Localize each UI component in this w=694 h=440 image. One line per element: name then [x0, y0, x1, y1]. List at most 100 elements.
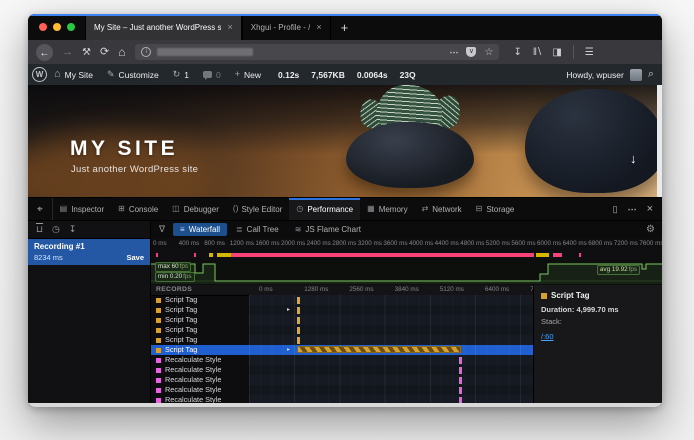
- devtools-close-icon[interactable]: [647, 203, 653, 215]
- framerate-graph[interactable]: max 60fps min 0.20fps avg 19.92fps: [151, 260, 662, 286]
- record-row-script-tag[interactable]: Script Tag: [151, 305, 533, 315]
- record-row-recalculate-style[interactable]: Recalculate Style: [151, 375, 533, 385]
- waterfall-tick: 2560 ms: [349, 286, 373, 293]
- record-row-recalculate-style[interactable]: Recalculate Style: [151, 365, 533, 375]
- minimize-window-button[interactable]: [53, 23, 61, 31]
- record-row-script-tag[interactable]: Script Tag: [151, 335, 533, 345]
- zoom-window-button[interactable]: [67, 23, 75, 31]
- record-row-recalculate-style[interactable]: Recalculate Style: [151, 395, 533, 403]
- tab-storage[interactable]: Storage: [469, 198, 522, 220]
- recording-duration: 8234 ms: [34, 253, 63, 262]
- style-editor-icon: [233, 205, 238, 213]
- tab-close-icon[interactable]: ×: [316, 22, 321, 32]
- redacted-url: [157, 48, 253, 56]
- howdy-account[interactable]: Howdy, wpuser: [566, 70, 623, 80]
- stat-memory[interactable]: 7,567KB: [311, 70, 345, 80]
- home-button[interactable]: [118, 46, 125, 59]
- sidebar-toggle-icon[interactable]: [552, 47, 561, 58]
- home-icon: [54, 69, 61, 80]
- script-duration-bar[interactable]: [297, 346, 461, 353]
- tab-performance[interactable]: Performance: [289, 198, 360, 220]
- tab-style-editor[interactable]: Style Editor: [226, 198, 289, 220]
- record-row-script-tag[interactable]: Script Tag: [151, 295, 533, 305]
- overview-marker: [579, 253, 581, 257]
- search-icon[interactable]: [648, 68, 654, 81]
- filter-icon[interactable]: [151, 224, 173, 235]
- overview-marker: [194, 253, 196, 257]
- wrench-icon[interactable]: [82, 47, 91, 58]
- site-info-icon[interactable]: i: [141, 47, 151, 57]
- url-bar[interactable]: i: [135, 44, 499, 60]
- devtools-menu-icon[interactable]: [628, 204, 637, 215]
- style-marker: [459, 357, 462, 364]
- script-marker-icon: [156, 318, 161, 323]
- reload-button[interactable]: [100, 47, 109, 58]
- hamburger-menu-icon[interactable]: [585, 47, 594, 58]
- devtools-tab-bar: Inspector Console Debugger Style Editor …: [28, 198, 662, 221]
- view-tab-call-tree[interactable]: Call Tree: [229, 223, 286, 236]
- admin-my-site[interactable]: My Site: [47, 69, 100, 80]
- browser-window: My Site – Just another WordPress s × Xhg…: [28, 14, 662, 407]
- style-marker: [459, 387, 462, 394]
- import-recording-icon[interactable]: [69, 224, 77, 235]
- waterfall-tick: 3840 ms: [395, 286, 419, 293]
- network-icon: [422, 205, 429, 213]
- tab-my-site[interactable]: My Site – Just another WordPress s ×: [85, 14, 242, 40]
- admin-comments[interactable]: 0: [196, 70, 228, 80]
- tab-console[interactable]: Console: [111, 198, 165, 220]
- admin-updates[interactable]: 1: [166, 70, 196, 80]
- record-row-script-tag[interactable]: Script Tag: [151, 325, 533, 335]
- tab-inspector[interactable]: Inspector: [53, 198, 111, 220]
- gear-icon[interactable]: [646, 224, 655, 235]
- stat-queries[interactable]: 23Q: [400, 70, 416, 80]
- site-title[interactable]: MY SITE: [70, 137, 178, 161]
- inspector-icon: [60, 205, 68, 213]
- toolbar-separator: [573, 45, 574, 59]
- view-tab-waterfall[interactable]: Waterfall: [173, 223, 227, 236]
- detail-title: Script Tag: [551, 291, 590, 300]
- wp-admin-bar: W My Site Customize 1 0 + New 0.12s 7,56…: [28, 64, 662, 85]
- record-row-script-tag[interactable]: Script Tag: [151, 315, 533, 325]
- style-marker: [459, 397, 462, 404]
- pick-element-button[interactable]: [28, 198, 53, 220]
- library-icon[interactable]: [533, 47, 542, 58]
- expand-arrow-icon[interactable]: [287, 345, 290, 355]
- expand-arrow-icon[interactable]: [287, 305, 290, 315]
- site-tagline: Just another WordPress site: [71, 164, 198, 175]
- new-tab-button[interactable]: [331, 14, 359, 40]
- record-row-recalculate-style[interactable]: Recalculate Style: [151, 355, 533, 365]
- style-marker-icon: [156, 378, 161, 383]
- script-marker-icon: [541, 293, 547, 299]
- view-tab-js-flame-chart[interactable]: JS Flame Chart: [288, 223, 368, 236]
- downloads-icon[interactable]: [513, 47, 521, 58]
- back-button[interactable]: [36, 44, 53, 61]
- wordpress-logo-icon[interactable]: W: [32, 67, 47, 82]
- responsive-mode-icon[interactable]: [613, 204, 618, 215]
- page-actions-icon[interactable]: [449, 47, 458, 58]
- tab-network[interactable]: Network: [415, 198, 469, 220]
- stack-frame-link[interactable]: /:60: [541, 332, 554, 341]
- stat-sqltime[interactable]: 0.0064s: [357, 70, 388, 80]
- overview-script-segment: [536, 253, 549, 257]
- script-marker: [297, 337, 300, 344]
- record-icon[interactable]: [52, 224, 60, 235]
- record-row-recalculate-style[interactable]: Recalculate Style: [151, 385, 533, 395]
- scroll-down-arrow[interactable]: ↓: [630, 151, 637, 166]
- clear-recordings-icon[interactable]: [36, 224, 43, 235]
- recording-save-link[interactable]: Save: [126, 253, 144, 262]
- forward-button[interactable]: [62, 47, 73, 58]
- close-window-button[interactable]: [39, 23, 47, 31]
- tab-memory[interactable]: Memory: [360, 198, 414, 220]
- navigation-toolbar: i: [28, 40, 662, 65]
- pocket-icon[interactable]: [466, 47, 476, 57]
- admin-customize[interactable]: Customize: [100, 70, 166, 80]
- tab-close-icon[interactable]: ×: [227, 22, 232, 32]
- tab-debugger[interactable]: Debugger: [165, 198, 226, 220]
- stat-time[interactable]: 0.12s: [278, 70, 299, 80]
- tab-xhgui[interactable]: Xhgui - Profile - / ×: [242, 14, 331, 40]
- record-row-script-tag-selected[interactable]: Script Tag: [151, 345, 533, 355]
- admin-new[interactable]: + New: [228, 70, 268, 80]
- bookmark-star-icon[interactable]: [484, 47, 493, 58]
- recording-item[interactable]: Recording #1 8234 ms Save: [28, 239, 150, 265]
- avatar[interactable]: [630, 69, 642, 81]
